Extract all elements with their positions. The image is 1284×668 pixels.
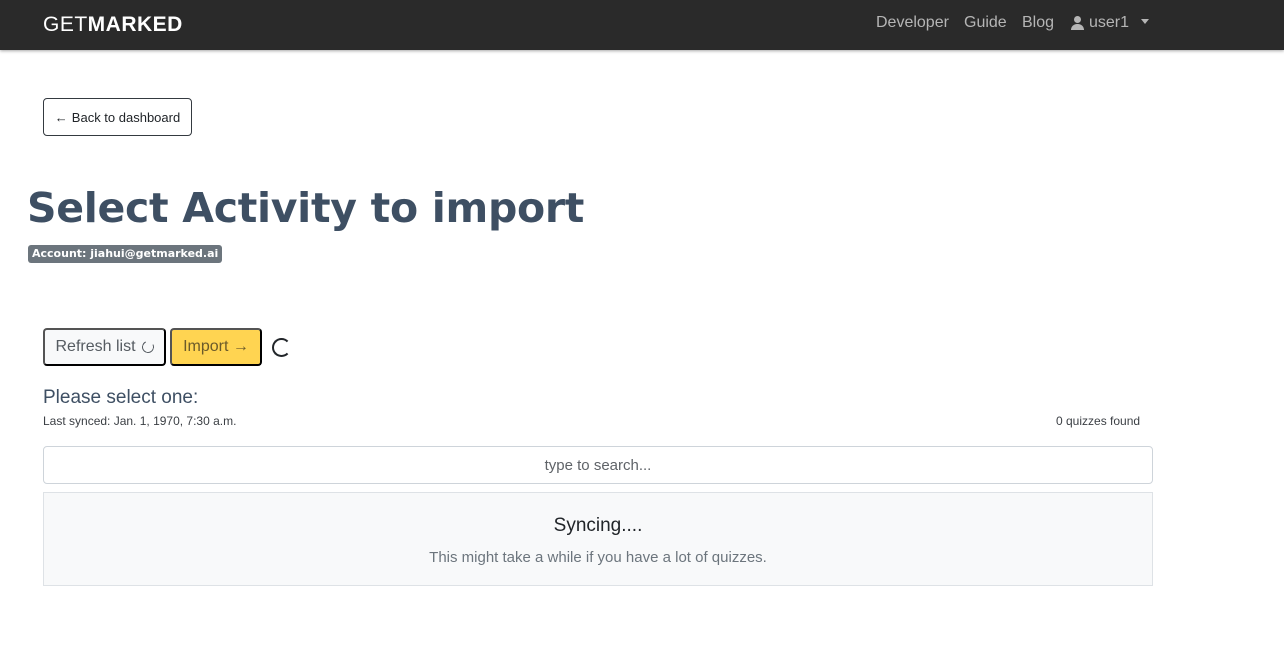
user-menu-label: user1 — [1089, 14, 1130, 31]
page-title: Select Activity to import — [27, 184, 585, 232]
refresh-icon — [139, 339, 156, 355]
back-to-dashboard-button[interactable]: ← Back to dashboard — [43, 98, 192, 136]
account-badge: Account: jiahui@getmarked.ai — [28, 245, 223, 263]
loading-spinner-icon — [272, 338, 291, 357]
select-heading: Please select one: — [43, 387, 199, 408]
refresh-list-label: Refresh list — [55, 338, 136, 355]
sync-status-subtitle: This might take a while if you have a lo… — [429, 549, 767, 566]
brand-logo[interactable]: GETMARKED — [43, 13, 183, 37]
user-menu-dropdown[interactable]: user1 — [1071, 14, 1150, 32]
user-icon — [1071, 16, 1084, 30]
refresh-list-button[interactable]: Refresh list — [43, 328, 166, 366]
brand-logo-bold: MARKED — [87, 13, 183, 36]
search-input[interactable] — [43, 446, 1153, 484]
nav-guide-link[interactable]: Guide — [964, 14, 1007, 32]
nav-developer-link[interactable]: Developer — [876, 14, 949, 32]
last-synced-text: Last synced: Jan. 1, 1970, 7:30 a.m. — [43, 414, 237, 428]
sync-status-title: Syncing.... — [553, 515, 643, 536]
quiz-count-text: 0 quizzes found — [1056, 414, 1141, 428]
sync-status-panel: Syncing.... This might take a while if y… — [43, 492, 1153, 586]
nav-blog-link[interactable]: Blog — [1022, 14, 1054, 32]
top-navbar: GETMARKED Developer Guide Blog user1 — [0, 0, 1284, 50]
back-button-label: Back to dashboard — [71, 109, 181, 125]
import-button[interactable]: Import → — [170, 328, 262, 366]
arrow-left-icon: ← — [54, 109, 68, 125]
chevron-down-icon — [1141, 18, 1150, 24]
brand-logo-light: GET — [43, 13, 88, 36]
